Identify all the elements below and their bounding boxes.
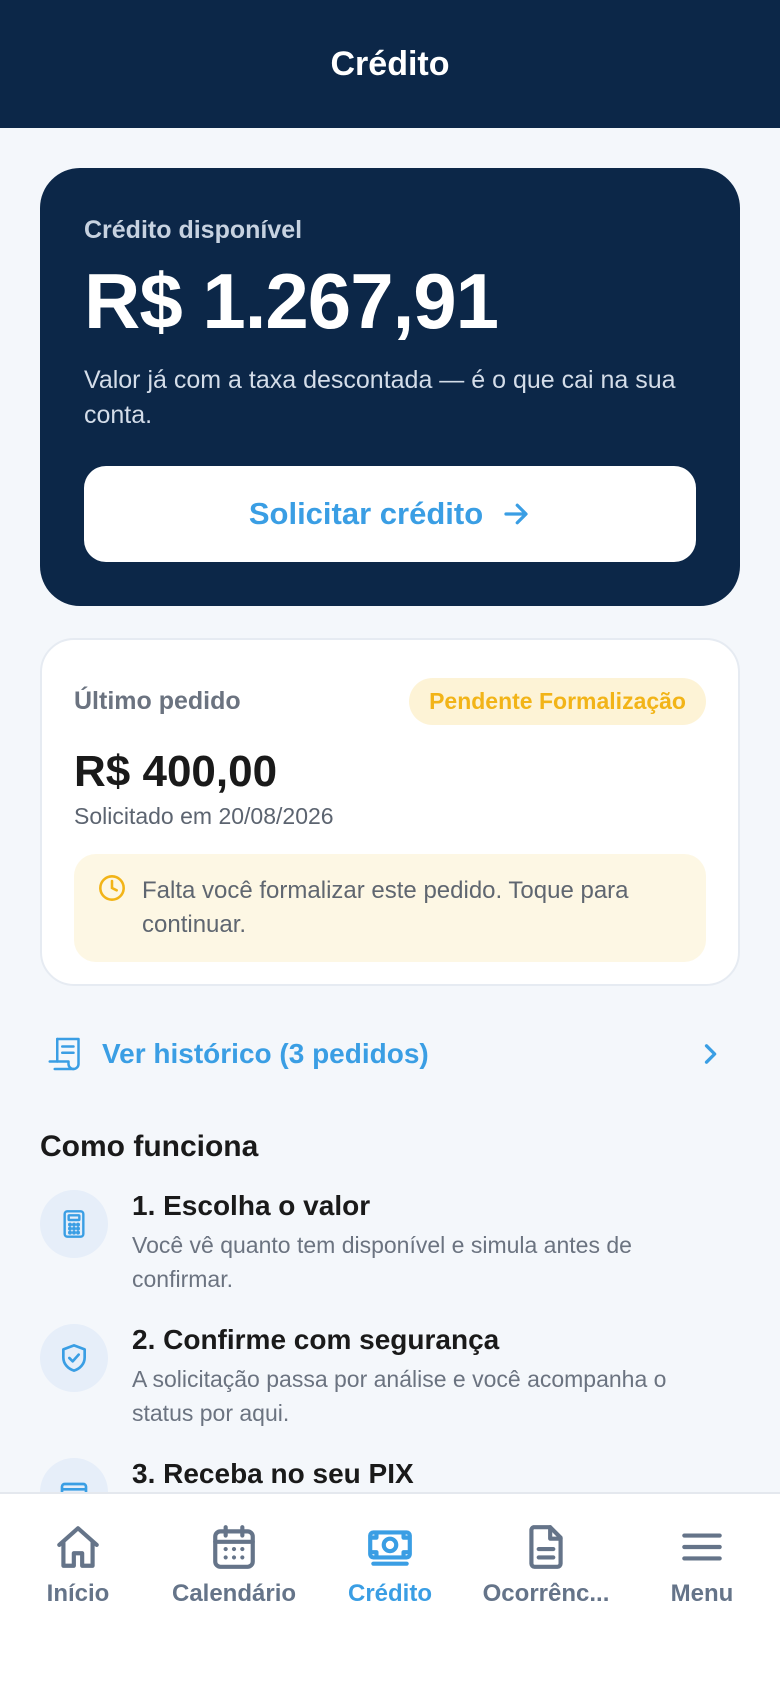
step-title: 3. Receba no seu PIX	[132, 1458, 414, 1489]
last-order-card[interactable]: Último pedido Pendente Formalização R$ 4…	[40, 638, 740, 986]
step-item: 1. Escolha o valor Você vê quanto tem di…	[40, 1190, 740, 1296]
tab-label: Menu	[670, 1580, 734, 1607]
tab-menu[interactable]: Menu	[624, 1494, 780, 1688]
tab-label: Ocorrênc...	[482, 1580, 610, 1607]
page-title: Crédito	[330, 44, 450, 83]
tab-inicio[interactable]: Início	[0, 1494, 156, 1688]
request-credit-label: Solicitar crédito	[248, 496, 484, 531]
calculator-icon	[63, 1210, 85, 1238]
available-credit-label: Crédito disponível	[84, 216, 303, 244]
home-icon	[57, 1526, 99, 1568]
history-label: Ver histórico (3 pedidos)	[102, 1038, 429, 1069]
available-credit-amount: R$ 1.267,91	[84, 257, 499, 345]
tab-ocorrencias[interactable]: Ocorrênc...	[468, 1494, 624, 1688]
tab-label: Crédito	[348, 1580, 432, 1607]
last-order-date: Solicitado em 20/08/2026	[74, 803, 334, 829]
formalize-alert[interactable]: Falta você formalizar este pedido. Toque…	[74, 854, 706, 962]
formalize-alert-text: Falta você formalizar este pedido. Toque…	[142, 877, 629, 938]
app-header: Crédito	[0, 0, 780, 128]
tab-label: Calendário	[171, 1580, 297, 1607]
history-link[interactable]: Ver histórico (3 pedidos)	[40, 1026, 740, 1082]
document-icon	[529, 1525, 563, 1569]
clock-icon	[99, 875, 125, 901]
chevron-right-icon	[704, 1044, 717, 1064]
tab-credito[interactable]: Crédito	[312, 1494, 468, 1688]
calendar-icon	[213, 1525, 255, 1569]
step-description: A solicitação passa por análise e você a…	[132, 1366, 667, 1426]
money-icon	[368, 1530, 412, 1566]
arrow-right-icon	[504, 503, 528, 525]
receipt-icon	[48, 1037, 80, 1071]
how-it-works-title: Como funciona	[40, 1130, 259, 1163]
available-credit-card: Crédito disponível R$ 1.267,91 Valor já …	[40, 168, 740, 606]
step-title: 2. Confirme com segurança	[132, 1324, 500, 1355]
status-badge: Pendente Formalização	[409, 678, 706, 725]
tab-calendario[interactable]: Calendário	[156, 1494, 312, 1688]
last-order-label: Último pedido	[74, 687, 241, 715]
bottom-tab-bar: Início Calendário Crédito Ocorrênc... Me…	[0, 1492, 780, 1688]
available-credit-note: Valor já com a taxa descontada — é o que…	[84, 365, 676, 429]
menu-icon	[682, 1533, 722, 1561]
step-description: Você vê quanto tem disponível e simula a…	[132, 1232, 632, 1292]
step-item: 2. Confirme com segurança A solicitação …	[40, 1324, 740, 1430]
request-credit-button[interactable]: Solicitar crédito	[84, 466, 696, 562]
tab-label: Início	[46, 1580, 110, 1607]
shield-check-icon	[62, 1344, 86, 1372]
last-order-amount: R$ 400,00	[74, 747, 278, 796]
step-title: 1. Escolha o valor	[132, 1190, 371, 1221]
